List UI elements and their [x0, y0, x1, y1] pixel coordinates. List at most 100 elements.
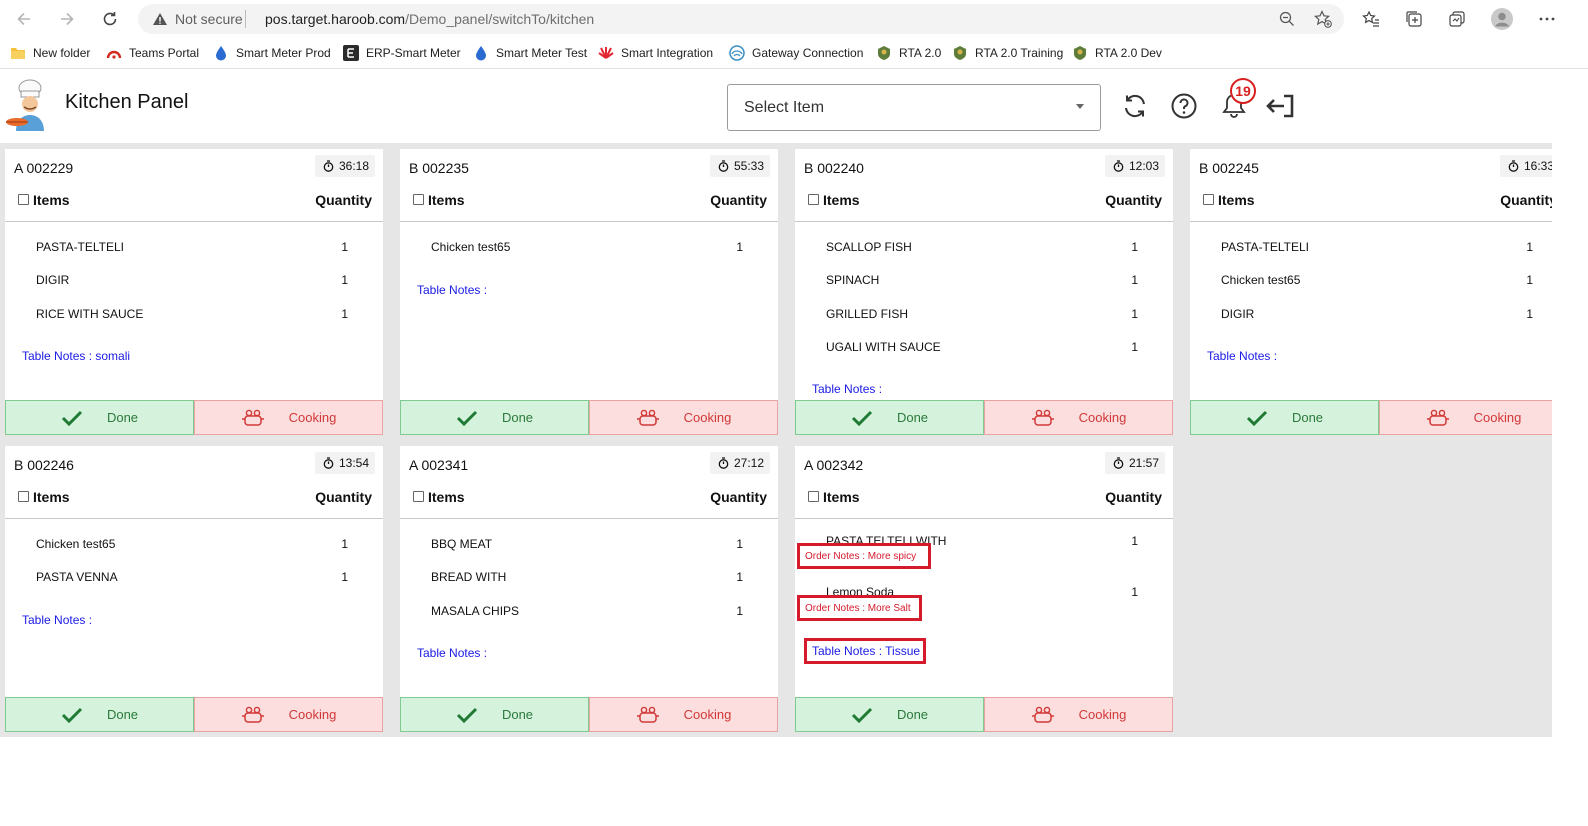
- cooking-pot-icon: [636, 706, 659, 723]
- order-item-qty: 1: [341, 240, 348, 254]
- select-all-checkbox[interactable]: [18, 491, 29, 502]
- cooking-pot-icon: [1031, 409, 1054, 426]
- url-path: /Demo_panel/switchTo/kitchen: [405, 11, 595, 27]
- select-all-checkbox[interactable]: [1203, 194, 1214, 205]
- address-bar[interactable]: Not secure pos.target.haroob.com/Demo_pa…: [138, 4, 1344, 34]
- cooking-pot-icon: [1031, 706, 1054, 723]
- order-item-qty: 1: [736, 604, 743, 618]
- cooking-button[interactable]: Cooking: [1379, 400, 1552, 435]
- check-icon: [61, 410, 83, 426]
- order-item-name: PASTA-TELTELI: [36, 240, 125, 254]
- done-button[interactable]: Done: [795, 697, 984, 732]
- add-favorite-icon[interactable]: [1312, 8, 1334, 30]
- order-item-qty: 1: [341, 537, 348, 551]
- order-item-qty: 1: [341, 570, 348, 584]
- favorite-label: ERP-Smart Meter: [366, 46, 461, 60]
- quantity-column-header: Quantity: [315, 489, 372, 505]
- security-label[interactable]: Not secure: [175, 11, 243, 27]
- favorite-gateway-connection[interactable]: Gateway Connection: [729, 43, 863, 63]
- order-item-name: Chicken test65: [431, 240, 511, 254]
- zoom-out-icon[interactable]: [1276, 8, 1298, 30]
- items-column-header: Items: [1218, 192, 1255, 208]
- done-button[interactable]: Done: [5, 400, 194, 435]
- browser-toolbar: Not secure pos.target.haroob.com/Demo_pa…: [0, 0, 1588, 38]
- cooking-label: Cooking: [1078, 707, 1127, 722]
- done-label: Done: [896, 410, 929, 425]
- help-icon[interactable]: [1169, 91, 1199, 121]
- select-all-checkbox[interactable]: [808, 491, 819, 502]
- cooking-label: Cooking: [1078, 410, 1127, 425]
- gateway-icon: [729, 45, 745, 61]
- profile-avatar-icon[interactable]: [1491, 8, 1513, 30]
- back-icon[interactable]: [12, 7, 36, 31]
- select-all-checkbox[interactable]: [18, 194, 29, 205]
- done-label: Done: [106, 410, 139, 425]
- cooking-button[interactable]: Cooking: [194, 697, 383, 732]
- select-all-checkbox[interactable]: [808, 194, 819, 205]
- browser-essentials-icon[interactable]: [1446, 8, 1468, 30]
- done-button[interactable]: Done: [795, 400, 984, 435]
- done-button[interactable]: Done: [1190, 400, 1379, 435]
- done-button[interactable]: Done: [400, 400, 589, 435]
- favorite-rta-2[interactable]: RTA 2.0: [876, 43, 941, 63]
- refresh-icon[interactable]: [98, 7, 122, 31]
- order-notes-highlight: Order Notes : More spicy: [797, 543, 931, 569]
- favorite-teams-portal[interactable]: Teams Portal: [106, 43, 199, 63]
- stopwatch-icon: [323, 457, 334, 469]
- item-select[interactable]: Select Item: [727, 84, 1101, 131]
- order-item-name: Chicken test65: [36, 537, 116, 551]
- cooking-button[interactable]: Cooking: [589, 400, 778, 435]
- order-item-name: RICE WITH SAUCE: [36, 307, 144, 321]
- favorite-label: Gateway Connection: [752, 46, 864, 60]
- cooking-button[interactable]: Cooking: [984, 400, 1173, 435]
- url-text[interactable]: pos.target.haroob.com/Demo_panel/switchT…: [265, 11, 594, 27]
- order-item-qty: 1: [1526, 273, 1533, 287]
- table-notes: Table Notes :: [1207, 349, 1278, 363]
- favorite-new-folder[interactable]: New folder: [10, 43, 90, 63]
- water-drop-icon: [473, 45, 489, 61]
- warning-icon: [152, 12, 168, 31]
- more-options-icon[interactable]: [1536, 8, 1558, 30]
- order-item-qty: 1: [1131, 585, 1138, 599]
- done-label: Done: [896, 707, 929, 722]
- order-item-name: SCALLOP FISH: [826, 240, 912, 254]
- order-item-name: DIGIR: [1221, 307, 1255, 321]
- favorite-smart-integration[interactable]: Smart Integration: [598, 43, 713, 63]
- cooking-button[interactable]: Cooking: [589, 697, 778, 732]
- refresh-icon[interactable]: [1120, 91, 1150, 121]
- cooking-pot-icon: [636, 409, 659, 426]
- stopwatch-icon: [718, 160, 729, 172]
- cooking-label: Cooking: [1473, 410, 1522, 425]
- done-button[interactable]: Done: [400, 697, 589, 732]
- order-timer-value: 12:03: [1128, 159, 1159, 173]
- cooking-label: Cooking: [288, 707, 337, 722]
- favorite-smart-meter-prod[interactable]: Smart Meter Prod: [213, 43, 331, 63]
- items-column-header: Items: [33, 489, 70, 505]
- order-card: B 002245 16:33 Items Quantity PASTA-TELT…: [1190, 149, 1552, 435]
- order-card: B 002240 12:03 Items Quantity SCALLOP FI…: [795, 149, 1173, 435]
- favorite-rta-2-dev[interactable]: RTA 2.0 Dev: [1072, 43, 1162, 63]
- collections-icon[interactable]: [1403, 8, 1425, 30]
- done-button[interactable]: Done: [5, 697, 194, 732]
- favorite-smart-meter-test[interactable]: Smart Meter Test: [473, 43, 587, 63]
- favorites-icon[interactable]: [1360, 8, 1382, 30]
- favorite-label: RTA 2.0 Training: [975, 46, 1064, 60]
- cooking-button[interactable]: Cooking: [194, 400, 383, 435]
- order-timer: 27:12: [709, 452, 770, 474]
- check-icon: [1246, 410, 1268, 426]
- select-all-checkbox[interactable]: [413, 491, 424, 502]
- favorite-rta-2-training[interactable]: RTA 2.0 Training: [952, 43, 1063, 63]
- order-item-qty: 1: [341, 273, 348, 287]
- order-card-header: A 002342 21:57 Items Quantity: [795, 446, 1173, 519]
- favorite-erp-smart-meter[interactable]: ERP-Smart Meter: [343, 43, 461, 63]
- water-drop-icon: [213, 45, 229, 61]
- logout-icon[interactable]: [1266, 91, 1296, 121]
- forward-icon[interactable]: [55, 7, 79, 31]
- order-card-header: A 002229 36:18 Items Quantity: [5, 149, 383, 222]
- huawei-icon: [598, 45, 614, 61]
- select-all-checkbox[interactable]: [413, 194, 424, 205]
- check-icon: [456, 410, 478, 426]
- quantity-column-header: Quantity: [710, 489, 767, 505]
- cooking-button[interactable]: Cooking: [984, 697, 1173, 732]
- order-card-header: B 002235 55:33 Items Quantity: [400, 149, 778, 222]
